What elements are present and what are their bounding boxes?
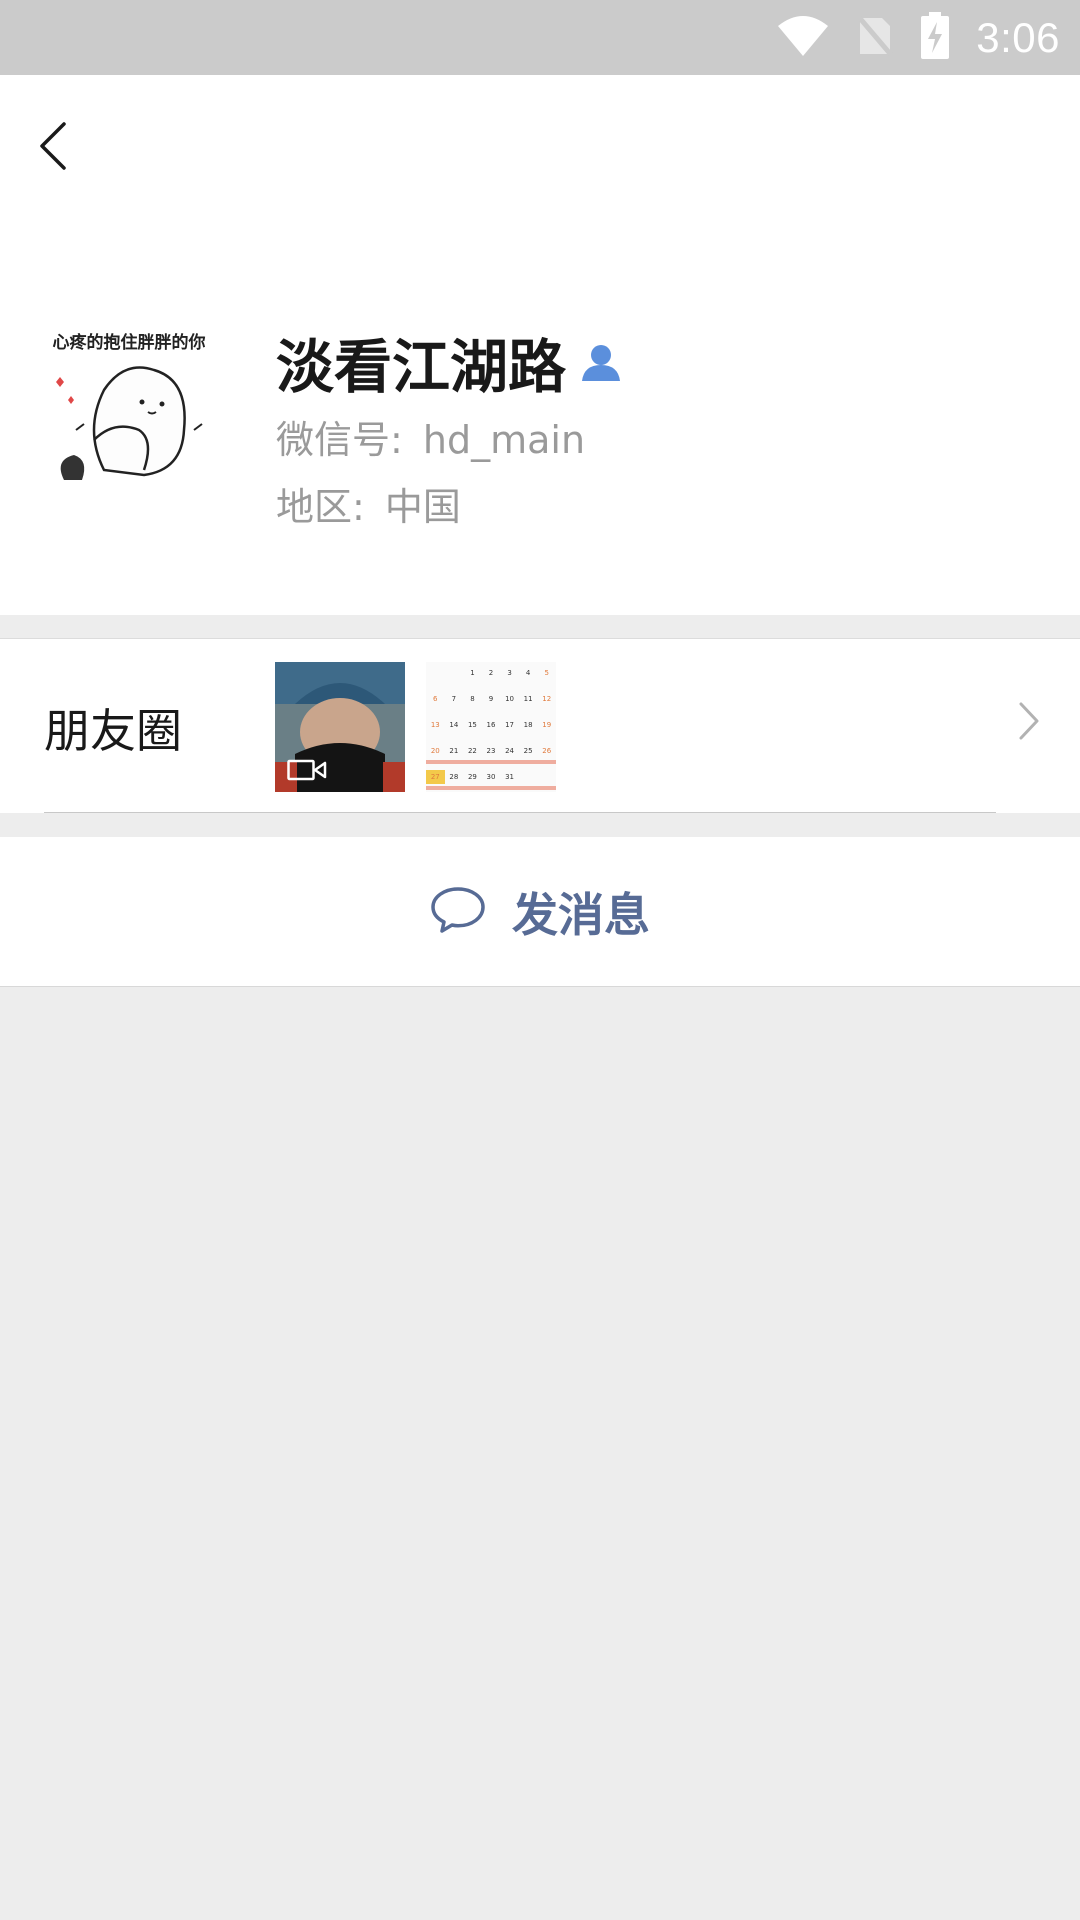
calendar-day: 5: [544, 669, 549, 677]
moments-label: 朋友圈: [44, 704, 182, 758]
calendar-week-row: 20 21 22 23 24 25 26: [426, 740, 556, 766]
wechat-id-line: 微信号: hd_main: [276, 409, 585, 464]
calendar-day: 22: [467, 747, 477, 755]
status-icons: 3:06: [776, 0, 1060, 75]
calendar-week-row: 6 7 8 9 10 11 12: [426, 688, 556, 714]
calendar-day: 30: [486, 773, 496, 781]
moments-thumbnail-calendar: 1 2 3 4 5 6 7 8 9 10 11 12 13 14 15 16 17 18 19 20 21 22 23 24 2…: [426, 662, 556, 792]
wechat-id-value: hd_main: [422, 418, 586, 462]
calendar-day: 4: [525, 669, 531, 677]
calendar-day: 19: [542, 721, 552, 729]
moments-thumbnail-video: [275, 662, 405, 792]
calendar-day: 27: [426, 770, 445, 784]
back-arrow-icon: [38, 121, 68, 175]
calendar-day: 7: [451, 695, 457, 703]
send-message-button[interactable]: 发消息: [0, 837, 1080, 987]
calendar-day: 6: [433, 695, 438, 703]
calendar-day: 1: [470, 669, 475, 677]
video-camera-icon: [287, 758, 327, 786]
display-name-text: 淡看江湖路: [276, 333, 567, 401]
calendar-day: 13: [430, 721, 440, 729]
wifi-icon: [776, 14, 830, 62]
calendar-row-band: [426, 786, 556, 790]
calendar-day: 23: [486, 747, 496, 755]
back-button[interactable]: [30, 115, 76, 181]
calendar-day: 17: [505, 721, 515, 729]
calendar-day: 10: [505, 695, 515, 703]
display-name: 淡看江湖路: [276, 320, 622, 404]
status-bar: 3:06: [0, 0, 1080, 75]
calendar-day: 9: [488, 695, 494, 703]
calendar-week-row: 1 2 3 4 5: [426, 662, 556, 688]
calendar-day: 21: [449, 747, 459, 755]
calendar-day: 12: [542, 695, 552, 703]
wechat-id-label: 微信号:: [276, 418, 403, 462]
calendar-day: 20: [430, 747, 440, 755]
region-label: 地区:: [276, 485, 365, 529]
send-message-label: 发消息: [512, 887, 650, 942]
calendar-day: 31: [505, 773, 515, 781]
chat-bubble-icon: [430, 885, 486, 939]
calendar-day: 15: [467, 721, 477, 729]
male-user-icon: [580, 341, 622, 383]
moments-row[interactable]: 朋友圈 1 2 3 4 5 6 7 8 9 10 11 12 13 14 15 16 17 18 19 20 21 22 2…: [0, 638, 1080, 813]
calendar-day: 29: [467, 773, 477, 781]
calendar-week-row: 13 14 15 16 17 18 19: [426, 714, 556, 740]
calendar-week-row: 27 28 29 30 31: [426, 766, 556, 792]
divider: [44, 812, 996, 813]
calendar-day: 2: [488, 669, 494, 677]
calendar-day: 14: [449, 721, 459, 729]
calendar-day: 3: [507, 669, 512, 677]
calendar-day: 18: [523, 721, 533, 729]
calendar-day: 8: [470, 695, 475, 703]
no-sim-icon: [856, 13, 895, 62]
profile-card: 心疼的抱住胖胖的你 淡看江湖路 微信号: hd_main 地区: 中国: [0, 75, 1080, 615]
calendar-day: 25: [523, 747, 533, 755]
avatar[interactable]: 心疼的抱住胖胖的你: [44, 320, 214, 490]
calendar-day: 11: [523, 695, 533, 703]
region-line: 地区: 中国: [276, 476, 461, 531]
calendar-grid: 1 2 3 4 5 6 7 8 9 10 11 12 13 14 15 16 17 18 19 20 21 22 23 24 2…: [426, 662, 556, 792]
calendar-row-band: [426, 760, 556, 764]
avatar-illustration: [56, 366, 203, 480]
calendar-day: 28: [449, 773, 459, 781]
status-time: 3:06: [976, 13, 1060, 61]
calendar-day: 16: [486, 721, 496, 729]
battery-charging-icon: [920, 11, 950, 64]
calendar-day: 24: [505, 747, 515, 755]
chevron-right-icon: [1018, 701, 1040, 745]
region-value: 中国: [384, 485, 461, 529]
calendar-day: 26: [542, 747, 552, 755]
